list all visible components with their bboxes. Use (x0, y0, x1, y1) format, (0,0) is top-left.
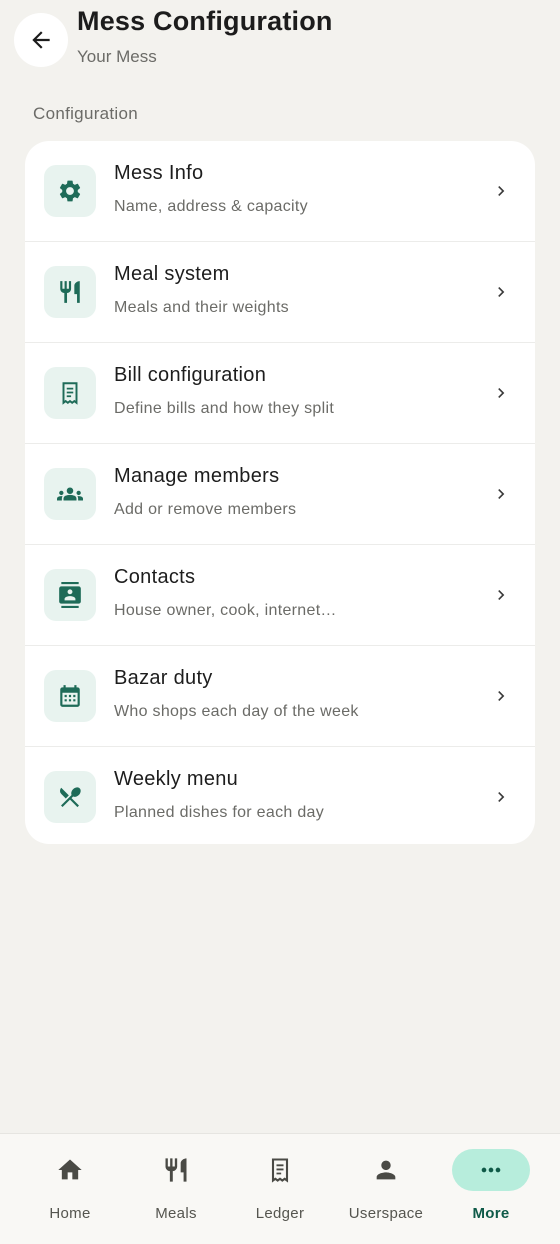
spoon-fork-cross-icon (44, 771, 96, 823)
chevron-right-icon (498, 388, 505, 398)
config-item-contacts[interactable]: Contacts House owner, cook, internet… (25, 545, 535, 646)
page-title: Mess Configuration (77, 6, 333, 36)
config-item-mess-info[interactable]: Mess Info Name, address & capacity (25, 141, 535, 242)
item-title: Manage members (114, 465, 280, 487)
nav-label: More (472, 1205, 510, 1222)
nav-label: Userspace (348, 1205, 424, 1222)
nav-item-more[interactable]: More (435, 1134, 547, 1244)
app-header: Mess Configuration Your Mess (0, 0, 560, 80)
receipt-icon (271, 1158, 289, 1183)
fork-knife-icon (165, 1158, 187, 1182)
calendar-icon (44, 670, 96, 722)
nav-pill (137, 1149, 215, 1191)
back-button[interactable] (14, 13, 68, 67)
bottom-navigation: Home Meals Ledger Userspace More (0, 1133, 560, 1244)
configuration-list: Mess Info Name, address & capacity Meal … (25, 141, 535, 844)
nav-label: Ledger (255, 1205, 305, 1222)
config-item-meal-system[interactable]: Meal system Meals and their weights (25, 242, 535, 343)
item-title: Weekly menu (114, 768, 239, 790)
page-subtitle: Your Mess (77, 47, 157, 66)
item-subtitle: House owner, cook, internet… (114, 602, 337, 619)
nav-item-home[interactable]: Home (14, 1134, 126, 1244)
config-item-bill-configuration[interactable]: Bill configuration Define bills and how … (25, 343, 535, 444)
item-title: Contacts (114, 566, 196, 588)
group-icon (44, 468, 96, 520)
contact-card-icon (44, 569, 96, 621)
item-subtitle: Add or remove members (114, 501, 297, 518)
item-title: Bill configuration (114, 364, 267, 386)
chevron-right-icon (498, 287, 505, 297)
section-label: Configuration (33, 104, 139, 123)
nav-item-ledger[interactable]: Ledger (224, 1134, 336, 1244)
chevron-right-icon (498, 489, 505, 499)
config-item-bazar-duty[interactable]: Bazar duty Who shops each day of the wee… (25, 646, 535, 747)
item-subtitle: Planned dishes for each day (114, 804, 325, 821)
chevron-right-icon (498, 590, 505, 600)
receipt-icon (44, 367, 96, 419)
chevron-right-icon (498, 792, 505, 802)
item-title: Meal system (114, 263, 230, 285)
nav-pill (31, 1149, 109, 1191)
nav-label: Meals (155, 1205, 197, 1222)
item-subtitle: Who shops each day of the week (114, 703, 359, 720)
nav-pill-active (452, 1149, 530, 1191)
nav-pill (241, 1149, 319, 1191)
nav-item-userspace[interactable]: Userspace (330, 1134, 442, 1244)
nav-label: Home (49, 1205, 91, 1222)
item-subtitle: Name, address & capacity (114, 198, 308, 215)
config-item-manage-members[interactable]: Manage members Add or remove members (25, 444, 535, 545)
home-icon (58, 1159, 82, 1180)
gear-icon (44, 165, 96, 217)
config-item-weekly-menu[interactable]: Weekly menu Planned dishes for each day (25, 747, 535, 844)
item-title: Mess Info (114, 162, 204, 184)
arrow-back-icon (32, 31, 50, 49)
chevron-right-icon (498, 186, 505, 196)
nav-item-meals[interactable]: Meals (120, 1134, 232, 1244)
more-dots-icon (481, 1167, 501, 1173)
item-title: Bazar duty (114, 667, 213, 689)
nav-pill (347, 1149, 425, 1191)
item-subtitle: Meals and their weights (114, 299, 289, 316)
chevron-right-icon (498, 691, 505, 701)
item-subtitle: Define bills and how they split (114, 400, 335, 417)
person-icon (376, 1160, 396, 1180)
fork-knife-icon (44, 266, 96, 318)
